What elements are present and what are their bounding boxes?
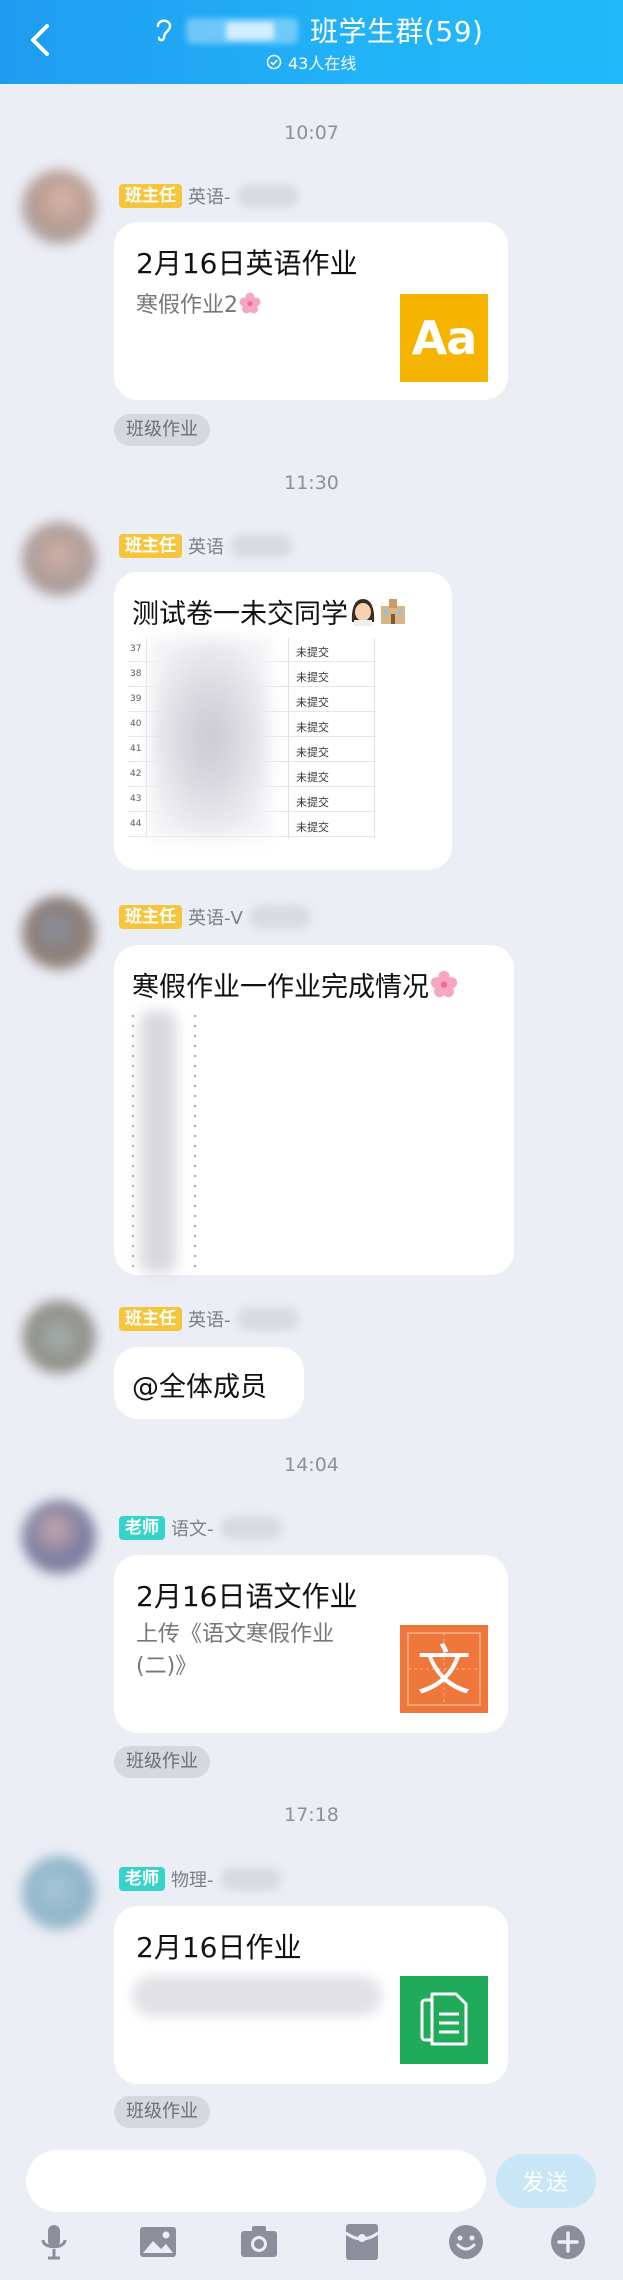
homework-card[interactable]: 2月16日语文作业 上传《语文寒假作业(二)》 文 xyxy=(114,1555,508,1733)
avatar[interactable] xyxy=(22,522,96,596)
blurred-name xyxy=(236,1307,299,1331)
message-text: 测试卷一未交同学 xyxy=(132,592,408,633)
blurred-names-region xyxy=(140,1011,176,1273)
sender-name[interactable]: 物理- xyxy=(171,1866,214,1892)
image-icon[interactable] xyxy=(138,2222,178,2262)
sender-line: 班主任 英语 xyxy=(119,533,292,559)
plus-icon[interactable] xyxy=(548,2222,588,2262)
role-badge: 班主任 xyxy=(119,1307,182,1331)
avatar[interactable] xyxy=(22,1856,96,1930)
sender-name[interactable]: 英语- xyxy=(188,183,231,209)
card-subtitle: 上传《语文寒假作业(二)》 xyxy=(136,1622,335,1679)
role-badge: 老师 xyxy=(119,1867,165,1891)
cherry-blossom-icon xyxy=(238,291,262,325)
mic-icon[interactable] xyxy=(34,2222,74,2262)
chinese-doc-icon: 文 xyxy=(400,1625,488,1713)
role-badge: 班主任 xyxy=(119,534,182,558)
image-message-bubble[interactable]: 寒假作业一作业完成情况 xyxy=(114,945,514,1275)
school-emoji-icon xyxy=(378,596,408,633)
avatar[interactable] xyxy=(22,896,96,970)
emoji-icon[interactable] xyxy=(446,2222,486,2262)
sender-name[interactable]: 英语 xyxy=(188,533,224,559)
card-title: 2月16日语文作业 xyxy=(136,1580,358,1613)
blurred-name xyxy=(236,184,299,208)
sender-line: 老师 物理- xyxy=(119,1866,282,1892)
sender-line: 班主任 英语- xyxy=(119,183,299,209)
message-text: 寒假作业一作业完成情况 xyxy=(132,965,459,1006)
role-badge: 班主任 xyxy=(119,184,182,208)
message-text: @全体成员 xyxy=(132,1372,267,1403)
sender-line: 班主任 英语- xyxy=(119,1306,299,1332)
class-homework-tag[interactable]: 班级作业 xyxy=(114,2096,210,2128)
class-homework-tag[interactable]: 班级作业 xyxy=(114,1746,210,1778)
timestamp: 10:07 xyxy=(284,122,339,144)
back-button[interactable] xyxy=(20,18,60,62)
document-icon xyxy=(400,1976,488,2064)
sender-name[interactable]: 语文- xyxy=(171,1515,214,1541)
text-message-bubble[interactable]: @全体成员 xyxy=(114,1347,304,1419)
blurred-name xyxy=(219,1516,282,1540)
title-bar: 班学生群(59) 43人在线 xyxy=(0,0,623,84)
blurred-group-prefix xyxy=(186,18,298,44)
message-input[interactable] xyxy=(26,2150,486,2212)
camera-icon[interactable] xyxy=(239,2222,279,2262)
cherry-blossom-icon xyxy=(429,969,459,1006)
send-button[interactable]: 发送 xyxy=(496,2154,596,2208)
homework-card[interactable]: 2月16日作业 xyxy=(114,1906,508,2084)
blurred-name xyxy=(230,534,292,558)
avatar[interactable] xyxy=(22,170,96,244)
card-title: 2月16日作业 xyxy=(136,1931,302,1964)
card-subtitle: 寒假作业2 xyxy=(136,290,262,325)
avatar[interactable] xyxy=(22,1300,96,1374)
homework-card[interactable]: 2月16日英语作业 寒假作业2 Aa xyxy=(114,222,508,400)
sender-name[interactable]: 英语-V xyxy=(188,904,243,930)
role-badge: 老师 xyxy=(119,1516,165,1540)
sender-line: 老师 语文- xyxy=(119,1515,282,1541)
woman-emoji-icon xyxy=(348,596,378,633)
group-title[interactable]: 班学生群(59) xyxy=(310,10,483,50)
timestamp: 11:30 xyxy=(284,472,339,494)
timestamp: 14:04 xyxy=(284,1454,339,1476)
earpiece-mode-icon[interactable] xyxy=(152,14,176,44)
red-packet-icon[interactable] xyxy=(342,2222,382,2262)
online-check-icon xyxy=(266,54,282,70)
image-message-bubble[interactable]: 测试卷一未交同学 37 未提交 38 未提交 39 未提交 40 未提交 41 未提交 4… xyxy=(114,572,452,870)
class-homework-tag[interactable]: 班级作业 xyxy=(114,414,210,446)
svg-text:文: 文 xyxy=(417,1639,471,1702)
timestamp: 17:18 xyxy=(284,1804,339,1826)
word-doc-icon: Aa xyxy=(400,294,488,382)
card-title: 2月16日英语作业 xyxy=(136,247,358,280)
sender-name[interactable]: 英语- xyxy=(188,1306,231,1332)
completion-list-image[interactable] xyxy=(128,1011,208,1273)
blurred-name xyxy=(248,905,311,929)
avatar[interactable] xyxy=(22,1500,96,1574)
blurred-names-region xyxy=(150,638,270,838)
online-status[interactable]: 43人在线 xyxy=(266,50,356,74)
chevron-left-icon xyxy=(31,24,49,56)
blurred-name xyxy=(219,1867,282,1891)
sender-line: 班主任 英语-V xyxy=(119,904,311,930)
role-badge: 班主任 xyxy=(119,905,182,929)
online-count: 43人在线 xyxy=(288,54,357,73)
blurred-subtitle xyxy=(132,1976,382,2016)
unsubmitted-table-image[interactable]: 37 未提交 38 未提交 39 未提交 40 未提交 41 未提交 42 未提交 43 未提… xyxy=(128,638,376,838)
